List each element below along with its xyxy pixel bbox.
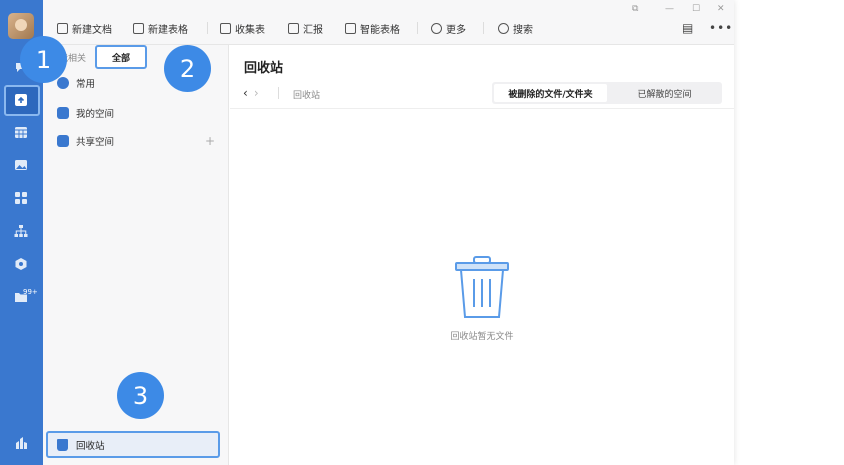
smart-sheet-button[interactable]: 智能表格 <box>345 21 400 36</box>
main-panel: 回收站 ‹› 回收站 被删除的文件/文件夹 已解散的空间 回收站暂无文件 <box>230 45 734 465</box>
close-button[interactable]: ✕ <box>717 4 725 14</box>
org-chart-icon[interactable] <box>14 224 28 238</box>
empty-state-text: 回收站暂无文件 <box>450 332 514 342</box>
sheet-icon <box>133 22 144 34</box>
callout-2: 2 <box>164 45 211 92</box>
view-segmented-control: 被删除的文件/文件夹 已解散的空间 <box>492 82 722 104</box>
smart-sheet-icon <box>345 22 356 34</box>
toolbar-divider <box>483 22 484 34</box>
tab-dissolved-spaces[interactable]: 已解散的空间 <box>609 84 720 102</box>
breadcrumb-divider <box>278 87 279 99</box>
callout-3: 3 <box>117 372 164 419</box>
layout-toggle-icon[interactable]: ▤ <box>682 21 693 35</box>
report-button[interactable]: 汇报 <box>288 21 323 36</box>
drive-icon <box>57 107 69 119</box>
back-arrow-icon[interactable]: ‹ <box>243 86 254 100</box>
overflow-menu-icon[interactable]: ••• <box>709 21 733 35</box>
forward-arrow-icon[interactable]: › <box>254 86 265 100</box>
trash-icon <box>57 438 68 451</box>
users-icon <box>57 135 69 147</box>
sidebar-item-shared-space[interactable]: 共享空间 + <box>43 130 229 152</box>
top-toolbar: 新建文档 新建表格 收集表 汇报 智能表格 更多 搜索 ⧉ — ☐ ✕ ▤ ••… <box>43 0 734 45</box>
collect-form-button[interactable]: 收集表 <box>220 21 265 36</box>
new-doc-button[interactable]: 新建文档 <box>57 21 112 36</box>
collect-form-icon <box>220 22 231 34</box>
sidebar-item-recycle-bin[interactable]: 回收站 <box>46 431 220 458</box>
app-root: 99+ 新建文档 新建表格 收集表 汇报 智能表格 更多 搜索 ⧉ — ☐ ✕ … <box>0 0 844 465</box>
add-shared-space-button[interactable]: + <box>205 134 215 148</box>
clock-icon <box>57 77 69 89</box>
app-window: 99+ 新建文档 新建表格 收集表 汇报 智能表格 更多 搜索 ⧉ — ☐ ✕ … <box>0 0 734 465</box>
tab-deleted-files[interactable]: 被删除的文件/文件夹 <box>494 84 607 102</box>
maximize-button[interactable]: ☐ <box>692 4 700 14</box>
empty-trash-icon <box>452 255 512 321</box>
sidebar-item-my-space[interactable]: 我的空间 <box>43 102 229 124</box>
toolbar-divider <box>417 22 418 34</box>
apps-grid-icon[interactable] <box>14 191 28 205</box>
new-sheet-button[interactable]: 新建表格 <box>133 21 188 36</box>
hexagon-app-icon[interactable] <box>14 257 28 271</box>
more-dots-icon <box>431 22 442 34</box>
image-icon[interactable] <box>14 158 28 172</box>
tab-all[interactable]: 全部 <box>95 45 147 69</box>
pin-window-icon[interactable]: ⧉ <box>632 4 638 14</box>
content-divider <box>230 108 734 109</box>
bottom-menu-icon[interactable] <box>14 436 28 450</box>
doc-icon <box>57 22 68 34</box>
search-icon <box>498 22 509 34</box>
search-button[interactable]: 搜索 <box>498 21 533 36</box>
history-nav: ‹› <box>243 86 265 100</box>
breadcrumb[interactable]: 回收站 <box>293 88 320 101</box>
notification-badge: 99+ <box>23 288 38 296</box>
more-button[interactable]: 更多 <box>431 21 466 36</box>
callout-1: 1 <box>20 36 67 83</box>
toolbar-divider <box>207 22 208 34</box>
minimize-button[interactable]: — <box>665 4 674 14</box>
avatar[interactable] <box>8 13 34 39</box>
docs-upload-icon[interactable] <box>14 93 28 107</box>
calendar-icon[interactable] <box>14 125 28 139</box>
page-title: 回收站 <box>244 61 284 76</box>
report-icon <box>288 22 299 34</box>
